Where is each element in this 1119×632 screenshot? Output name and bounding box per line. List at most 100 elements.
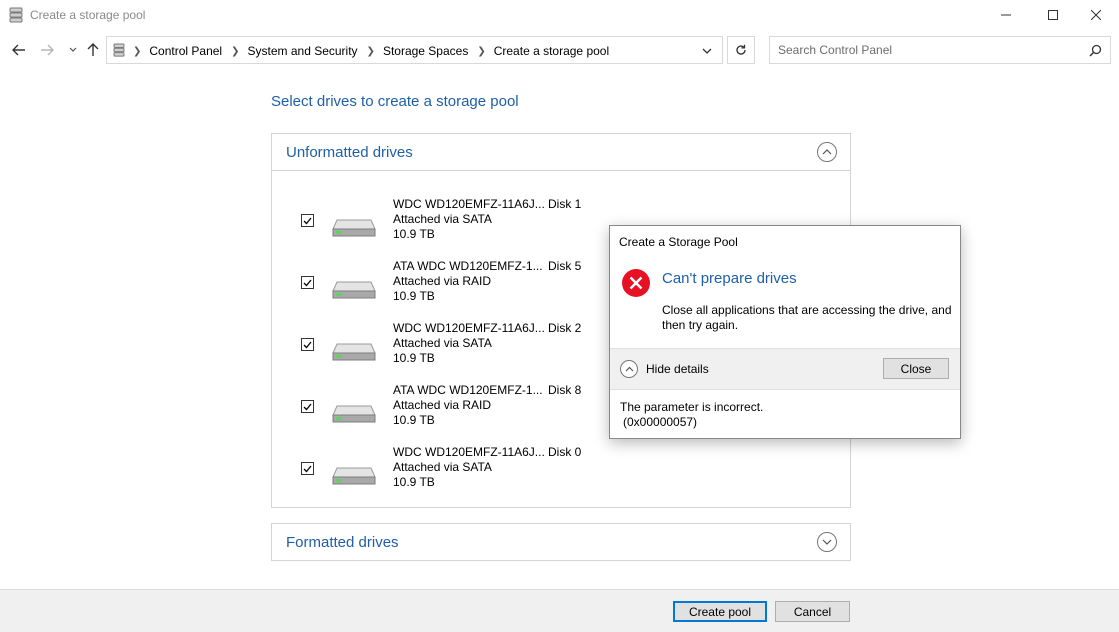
breadcrumb-create-storage-pool[interactable]: Create a storage pool	[494, 44, 609, 58]
drive-size: 10.9 TB	[393, 475, 435, 489]
hide-details-label: Hide details	[646, 362, 709, 376]
drive-info: ATA WDC WD120EMFZ-1... Attached via RAID…	[393, 383, 543, 428]
dialog-heading: Can't prepare drives	[662, 270, 797, 287]
checkmark-icon	[303, 341, 312, 348]
breadcrumb: ❯ Control Panel ❯ System and Security ❯ …	[133, 44, 618, 58]
drive-size: 10.9 TB	[393, 289, 435, 303]
drive-info: WDC WD120EMFZ-11A6J... Attached via SATA…	[393, 321, 545, 366]
drive-connection: Attached via RAID	[393, 274, 492, 288]
disk-number: Disk 2	[548, 321, 582, 335]
drive-name: WDC WD120EMFZ-11A6J...	[393, 445, 545, 459]
unformatted-drives-header[interactable]: Unformatted drives	[272, 134, 850, 171]
drive-name: ATA WDC WD120EMFZ-1...	[393, 259, 543, 273]
disk-number: Disk 1	[548, 197, 582, 211]
collapse-button[interactable]	[817, 142, 837, 162]
chevron-down-icon	[822, 539, 832, 545]
arrow-left-icon	[12, 44, 25, 56]
chevron-up-icon	[822, 149, 832, 155]
drive-connection: Attached via SATA	[393, 460, 492, 474]
drive-checkbox[interactable]	[301, 462, 314, 475]
recent-locations-button[interactable]	[63, 40, 83, 60]
search-input[interactable]	[778, 42, 1078, 58]
close-icon	[1091, 10, 1101, 20]
checkmark-icon	[303, 279, 312, 286]
checkmark-icon	[303, 465, 312, 472]
chevron-down-icon	[69, 47, 77, 52]
minimize-button[interactable]	[983, 0, 1029, 30]
drive-checkbox[interactable]	[301, 214, 314, 227]
search-icon	[1089, 44, 1102, 57]
create-pool-button[interactable]: Create pool	[673, 601, 767, 622]
error-code: (0x00000057)	[623, 415, 698, 429]
maximize-button[interactable]	[1030, 0, 1076, 30]
address-dropdown-button[interactable]	[700, 44, 714, 58]
expand-button[interactable]	[817, 532, 837, 552]
chevron-right-icon: ❯	[231, 45, 240, 57]
hide-details-toggle[interactable]: Hide details	[620, 360, 709, 378]
control-panel-icon	[113, 43, 125, 57]
drive-size: 10.9 TB	[393, 413, 435, 427]
search-box[interactable]	[769, 36, 1111, 64]
section-title: Unformatted drives	[286, 144, 413, 161]
chevron-right-icon: ❯	[477, 45, 486, 57]
address-bar[interactable]: ❯ Control Panel ❯ System and Security ❯ …	[106, 36, 723, 64]
window-close-button[interactable]	[1073, 0, 1119, 30]
arrow-right-icon	[41, 44, 54, 56]
drive-name: WDC WD120EMFZ-11A6J...	[393, 197, 545, 211]
breadcrumb-control-panel[interactable]: Control Panel	[149, 44, 222, 58]
hard-drive-icon	[332, 219, 376, 237]
drive-name: ATA WDC WD120EMFZ-1...	[393, 383, 543, 397]
error-icon	[622, 269, 650, 297]
hard-drive-icon	[332, 405, 376, 423]
minimize-icon	[1001, 14, 1011, 16]
page-title: Select drives to create a storage pool	[271, 93, 519, 110]
arrow-up-icon	[87, 43, 99, 56]
error-detail-text: The parameter is incorrect.	[620, 400, 764, 414]
storage-spaces-icon	[9, 7, 23, 23]
drive-connection: Attached via SATA	[393, 336, 492, 350]
checkmark-icon	[303, 403, 312, 410]
formatted-drives-header[interactable]: Formatted drives	[272, 524, 850, 561]
breadcrumb-system-and-security[interactable]: System and Security	[248, 44, 358, 58]
drive-checkbox[interactable]	[301, 338, 314, 351]
chevron-down-icon	[702, 48, 712, 54]
title-bar: Create a storage pool	[0, 0, 1119, 30]
formatted-drives-section[interactable]: Formatted drives	[271, 523, 851, 561]
list-item: WDC WD120EMFZ-11A6J... Attached via SATA…	[272, 445, 850, 501]
disk-number: Disk 8	[548, 383, 582, 397]
dialog-close-button[interactable]: Close	[883, 358, 949, 379]
disk-number: Disk 5	[548, 259, 582, 273]
hard-drive-icon	[332, 467, 376, 485]
cancel-button[interactable]: Cancel	[775, 601, 850, 622]
disk-number: Disk 0	[548, 445, 582, 459]
dialog-message: Close all applications that are accessin…	[662, 303, 952, 332]
drive-info: WDC WD120EMFZ-11A6J... Attached via SATA…	[393, 445, 545, 490]
drive-size: 10.9 TB	[393, 227, 435, 241]
refresh-button[interactable]	[727, 36, 755, 64]
maximize-icon	[1048, 10, 1058, 20]
refresh-icon	[736, 44, 746, 55]
forward-button[interactable]	[37, 40, 57, 60]
dialog-title: Create a Storage Pool	[619, 235, 738, 249]
drive-checkbox[interactable]	[301, 400, 314, 413]
drive-info: WDC WD120EMFZ-11A6J... Attached via SATA…	[393, 197, 545, 242]
drive-info: ATA WDC WD120EMFZ-1... Attached via RAID…	[393, 259, 543, 304]
chevron-right-icon: ❯	[366, 45, 375, 57]
up-button[interactable]	[83, 40, 103, 60]
chevron-up-icon	[620, 360, 638, 378]
window-title: Create a storage pool	[30, 8, 146, 22]
dialog-footer: Hide details Close	[610, 348, 960, 390]
checkmark-icon	[303, 217, 312, 224]
drive-connection: Attached via RAID	[393, 398, 492, 412]
hard-drive-icon	[332, 281, 376, 299]
breadcrumb-storage-spaces[interactable]: Storage Spaces	[383, 44, 468, 58]
back-button[interactable]	[9, 40, 29, 60]
hard-drive-icon	[332, 343, 376, 361]
drive-name: WDC WD120EMFZ-11A6J...	[393, 321, 545, 335]
error-details: The parameter is incorrect. (0x00000057)	[620, 400, 763, 430]
chevron-right-icon: ❯	[133, 45, 142, 57]
navigation-bar: ❯ Control Panel ❯ System and Security ❯ …	[0, 34, 1119, 66]
error-dialog: Create a Storage Pool Can't prepare driv…	[609, 225, 961, 439]
drive-checkbox[interactable]	[301, 276, 314, 289]
footer-bar: Create pool Cancel	[0, 589, 1119, 632]
